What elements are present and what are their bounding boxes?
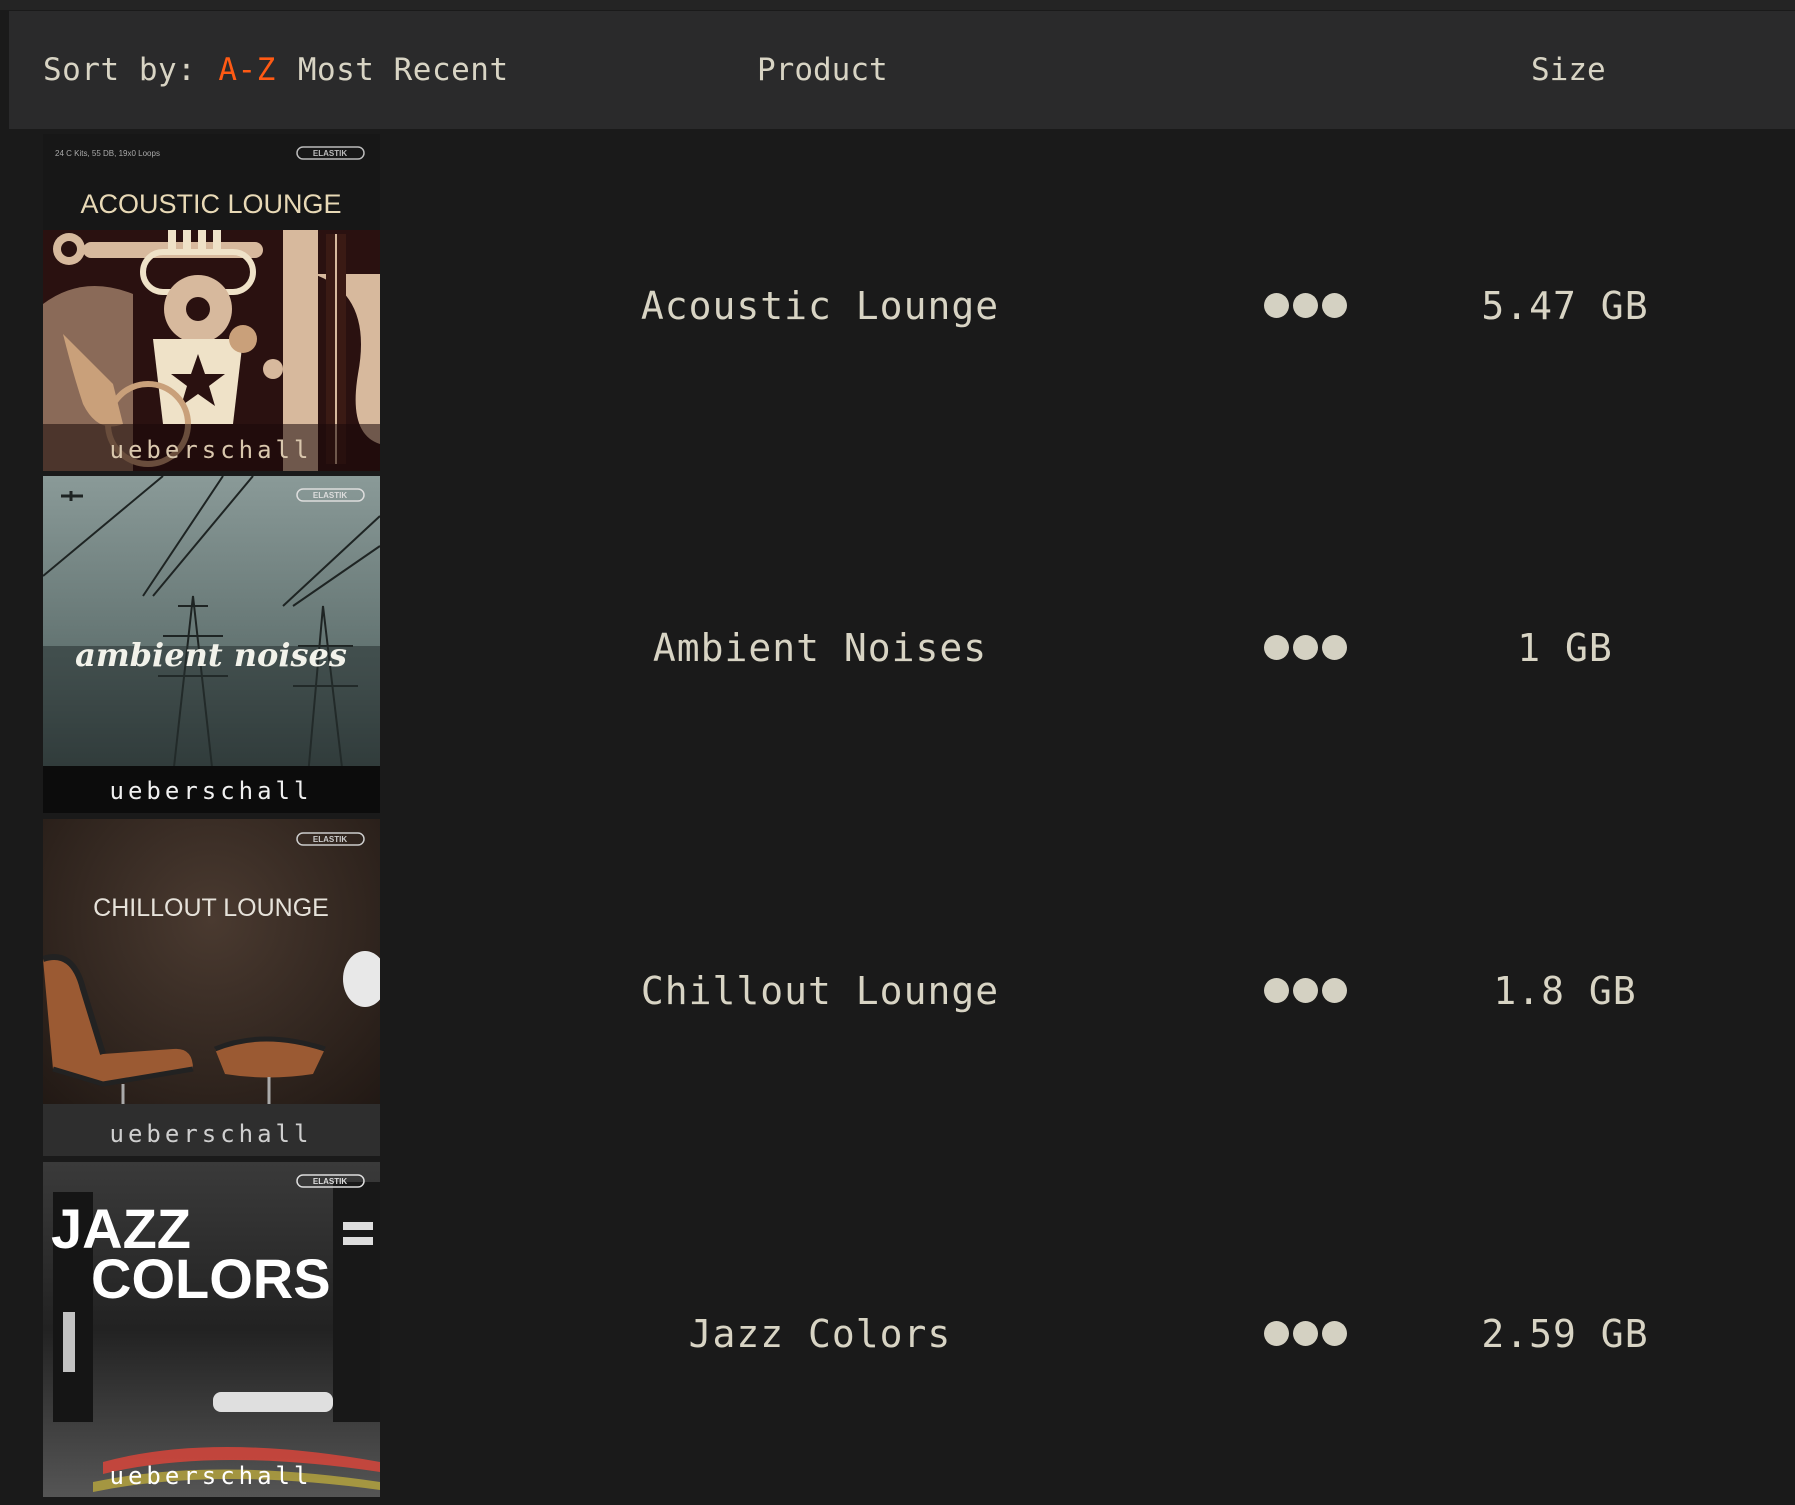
product-size: 2.59 GB — [1481, 1311, 1649, 1356]
cover-badge: ELASTIK — [313, 491, 347, 500]
dot-icon — [1263, 978, 1289, 1003]
product-size: 5.47 GB — [1481, 283, 1649, 328]
product-row[interactable]: ELASTIK CHILLOUT LOUNGE ueberschall Chil… — [0, 819, 1795, 1162]
sort-option-a-z[interactable]: A-Z — [218, 52, 276, 88]
cover-tagline: 24 C Kits, 55 DB, 19x0 Loops — [55, 149, 160, 158]
sort-option-most-recent[interactable]: Most Recent — [298, 52, 509, 88]
product-row[interactable]: ELASTIK ambient noises ueberschall Ambie… — [0, 476, 1795, 819]
cover-brand: ueberschall — [110, 1120, 313, 1148]
dot-icon — [1292, 635, 1318, 660]
cover-title: ACOUSTIC LOUNGE — [80, 189, 341, 219]
cover-brand: ueberschall — [110, 436, 313, 464]
dot-icon — [1292, 978, 1318, 1003]
cover-title: ambient noises — [75, 636, 347, 674]
cover-brand: ueberschall — [110, 777, 313, 805]
dot-icon — [1292, 1321, 1318, 1346]
sort-label: Sort by: — [43, 52, 197, 88]
product-row[interactable]: ELASTIK JAZZ COLORS ueberschall Jazz Col… — [0, 1162, 1795, 1505]
dot-icon — [1292, 293, 1318, 318]
product-cover-acoustic-lounge[interactable]: 24 C Kits, 55 DB, 19x0 Loops ELASTIK ACO… — [43, 134, 380, 471]
more-options-button[interactable] — [1255, 476, 1355, 819]
product-size: 1.8 GB — [1493, 968, 1637, 1013]
dot-icon — [1321, 978, 1347, 1003]
more-options-button[interactable] — [1255, 819, 1355, 1162]
dot-icon — [1321, 1321, 1347, 1346]
product-row[interactable]: 24 C Kits, 55 DB, 19x0 Loops ELASTIK ACO… — [0, 134, 1795, 477]
cover-badge: ELASTIK — [313, 149, 347, 158]
product-name: Chillout Lounge — [640, 968, 1000, 1013]
cover-brand: ueberschall — [110, 1462, 313, 1490]
dot-icon — [1263, 1321, 1289, 1346]
product-name: Ambient Noises — [652, 625, 988, 670]
product-cover-ambient-noises[interactable]: ELASTIK ambient noises ueberschall — [43, 476, 380, 813]
dot-icon — [1321, 635, 1347, 660]
cover-title-line2: COLORS — [91, 1247, 331, 1310]
column-header-size[interactable]: Size — [1531, 11, 1606, 129]
more-options-button[interactable] — [1255, 134, 1355, 477]
more-options-button[interactable] — [1255, 1162, 1355, 1505]
dot-icon — [1263, 293, 1289, 318]
product-name: Jazz Colors — [688, 1311, 952, 1356]
sort-controls: Sort by: A-Z Most Recent — [43, 11, 531, 129]
product-size: 1 GB — [1517, 625, 1613, 670]
product-name: Acoustic Lounge — [640, 283, 1000, 328]
product-cover-chillout-lounge[interactable]: ELASTIK CHILLOUT LOUNGE ueberschall — [43, 819, 380, 1156]
product-cover-jazz-colors[interactable]: ELASTIK JAZZ COLORS ueberschall — [43, 1162, 380, 1499]
list-header: Sort by: A-Z Most Recent Product Size — [9, 11, 1795, 129]
cover-title: CHILLOUT LOUNGE — [93, 894, 329, 922]
cover-badge: ELASTIK — [313, 1177, 347, 1186]
window-top-strip — [0, 0, 1795, 10]
dot-icon — [1263, 635, 1289, 660]
dot-icon — [1321, 293, 1347, 318]
cover-badge: ELASTIK — [313, 835, 347, 844]
column-header-product[interactable]: Product — [757, 11, 888, 129]
